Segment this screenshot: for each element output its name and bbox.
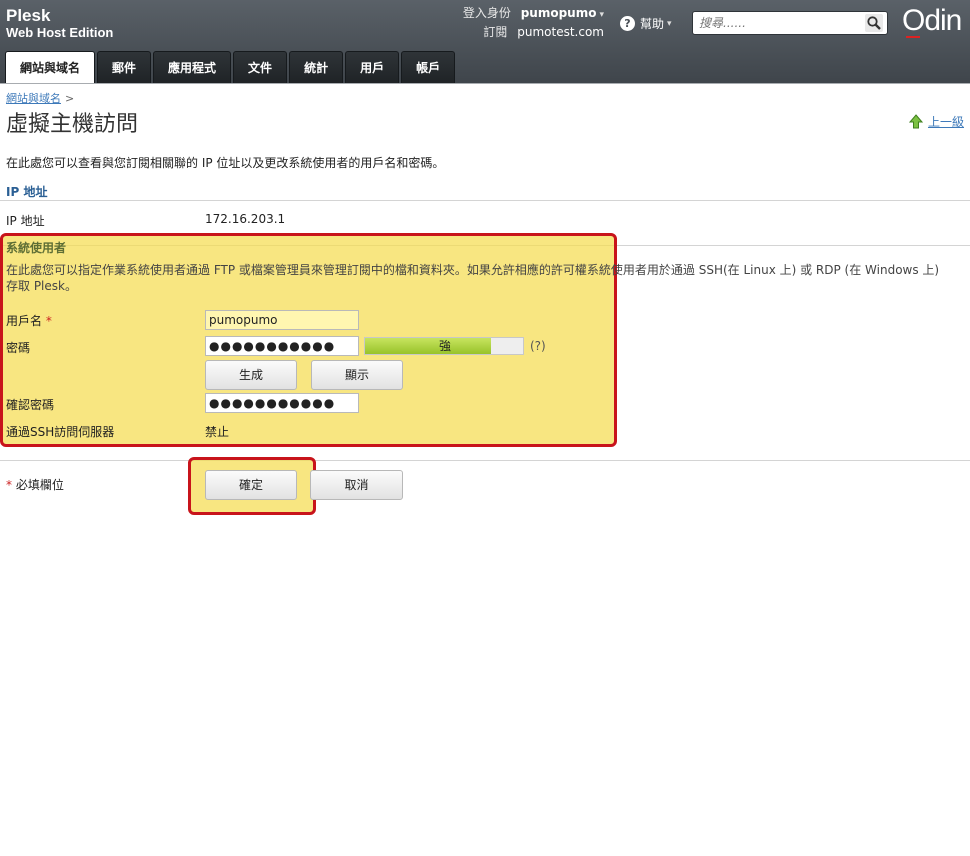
help-icon: ? (620, 16, 635, 31)
ssh-access-label: 通過SSH訪問伺服器 (6, 425, 115, 439)
account-info: 登入身份 pumopumo ▾ 訂閱 pumotest.com (463, 5, 604, 41)
sys-section-description: 在此處您可以指定作業系統使用者通過 FTP 或檔案管理員來管理訂閱中的檔和資料夾… (6, 263, 940, 293)
main-tabs: 網站與域名 郵件 應用程式 文件 統計 用戶 帳戶 (5, 51, 457, 83)
page-title: 虛擬主機訪問 (6, 112, 139, 137)
tab-users[interactable]: 用戶 (345, 51, 400, 83)
login-label: 登入身份 (462, 6, 511, 20)
tab-statistics[interactable]: 統計 (289, 51, 344, 83)
required-note-text: 必填欄位 (15, 478, 64, 492)
show-password-button[interactable]: 顯示 (311, 360, 403, 390)
confirm-password-label: 確認密碼 (6, 398, 55, 412)
ip-value: 172.16.203.1 (205, 212, 286, 226)
tab-websites-domains[interactable]: 網站與域名 (5, 51, 96, 83)
ip-section-title: IP 地址 (6, 185, 48, 199)
username-label-text: 用戶名 (6, 314, 43, 328)
odin-logo: Odin (902, 4, 962, 37)
ssh-access-value: 禁止 (205, 425, 230, 439)
username-label: 用戶名 * (6, 312, 52, 329)
confirm-password-field[interactable]: ●●●●●●●●●●● (205, 393, 359, 413)
sys-section-title: 系統使用者 (6, 241, 67, 255)
required-note: * 必填欄位 (6, 476, 64, 493)
up-level-label: 上一級 (927, 115, 964, 129)
tab-files[interactable]: 文件 (233, 51, 288, 83)
header-divider (0, 83, 970, 84)
help-label: 幫助 (640, 17, 665, 31)
help-menu[interactable]: ? 幫助 ▾ (620, 15, 672, 32)
up-arrow-icon (908, 114, 923, 129)
chevron-down-icon[interactable]: ▾ (599, 10, 604, 20)
username-field[interactable]: pumopumo (205, 310, 359, 330)
password-strength-help[interactable]: (?) (530, 339, 546, 353)
search-box (692, 11, 888, 35)
password-strength-label: 強 (438, 339, 451, 353)
tab-account[interactable]: 帳戶 (401, 51, 456, 83)
divider (0, 200, 970, 201)
divider (0, 460, 970, 461)
search-icon[interactable] (865, 14, 883, 32)
login-user-menu[interactable]: pumopumo (521, 6, 597, 20)
up-level-link[interactable]: 上一級 (908, 113, 964, 130)
brand-edition: Web Host Edition (6, 25, 114, 40)
breadcrumb-link-websites[interactable]: 網站與域名 (6, 92, 61, 105)
page-intro: 在此處您可以查看與您訂閱相關聯的 IP 位址以及更改系統使用者的用戶名和密碼。 (6, 156, 445, 170)
generate-password-button[interactable]: 生成 (205, 360, 297, 390)
breadcrumb: 網站與域名 > (6, 90, 74, 106)
breadcrumb-separator: > (65, 92, 75, 105)
header-bar: Plesk Web Host Edition 登入身份 pumopumo ▾ 訂閱… (0, 0, 970, 83)
search-input[interactable] (699, 13, 859, 33)
password-strength-meter: 強 (364, 337, 524, 355)
ok-button[interactable]: 確定 (205, 470, 297, 500)
tab-applications[interactable]: 應用程式 (153, 51, 232, 83)
password-label: 密碼 (6, 341, 31, 355)
password-field[interactable]: ●●●●●●●●●●● (205, 336, 359, 356)
required-star: * (45, 314, 52, 328)
odin-logo-mark (906, 36, 920, 38)
cancel-button[interactable]: 取消 (310, 470, 403, 500)
ip-label: IP 地址 (6, 214, 45, 228)
tab-mail[interactable]: 郵件 (97, 51, 152, 83)
brand-name: Plesk (6, 6, 51, 25)
chevron-down-icon: ▾ (667, 18, 672, 29)
brand-logo[interactable]: Plesk Web Host Edition (6, 6, 113, 40)
subscription-label: 訂閱 (483, 25, 508, 39)
subscription-value[interactable]: pumotest.com (517, 25, 604, 39)
required-star: * (6, 478, 12, 492)
